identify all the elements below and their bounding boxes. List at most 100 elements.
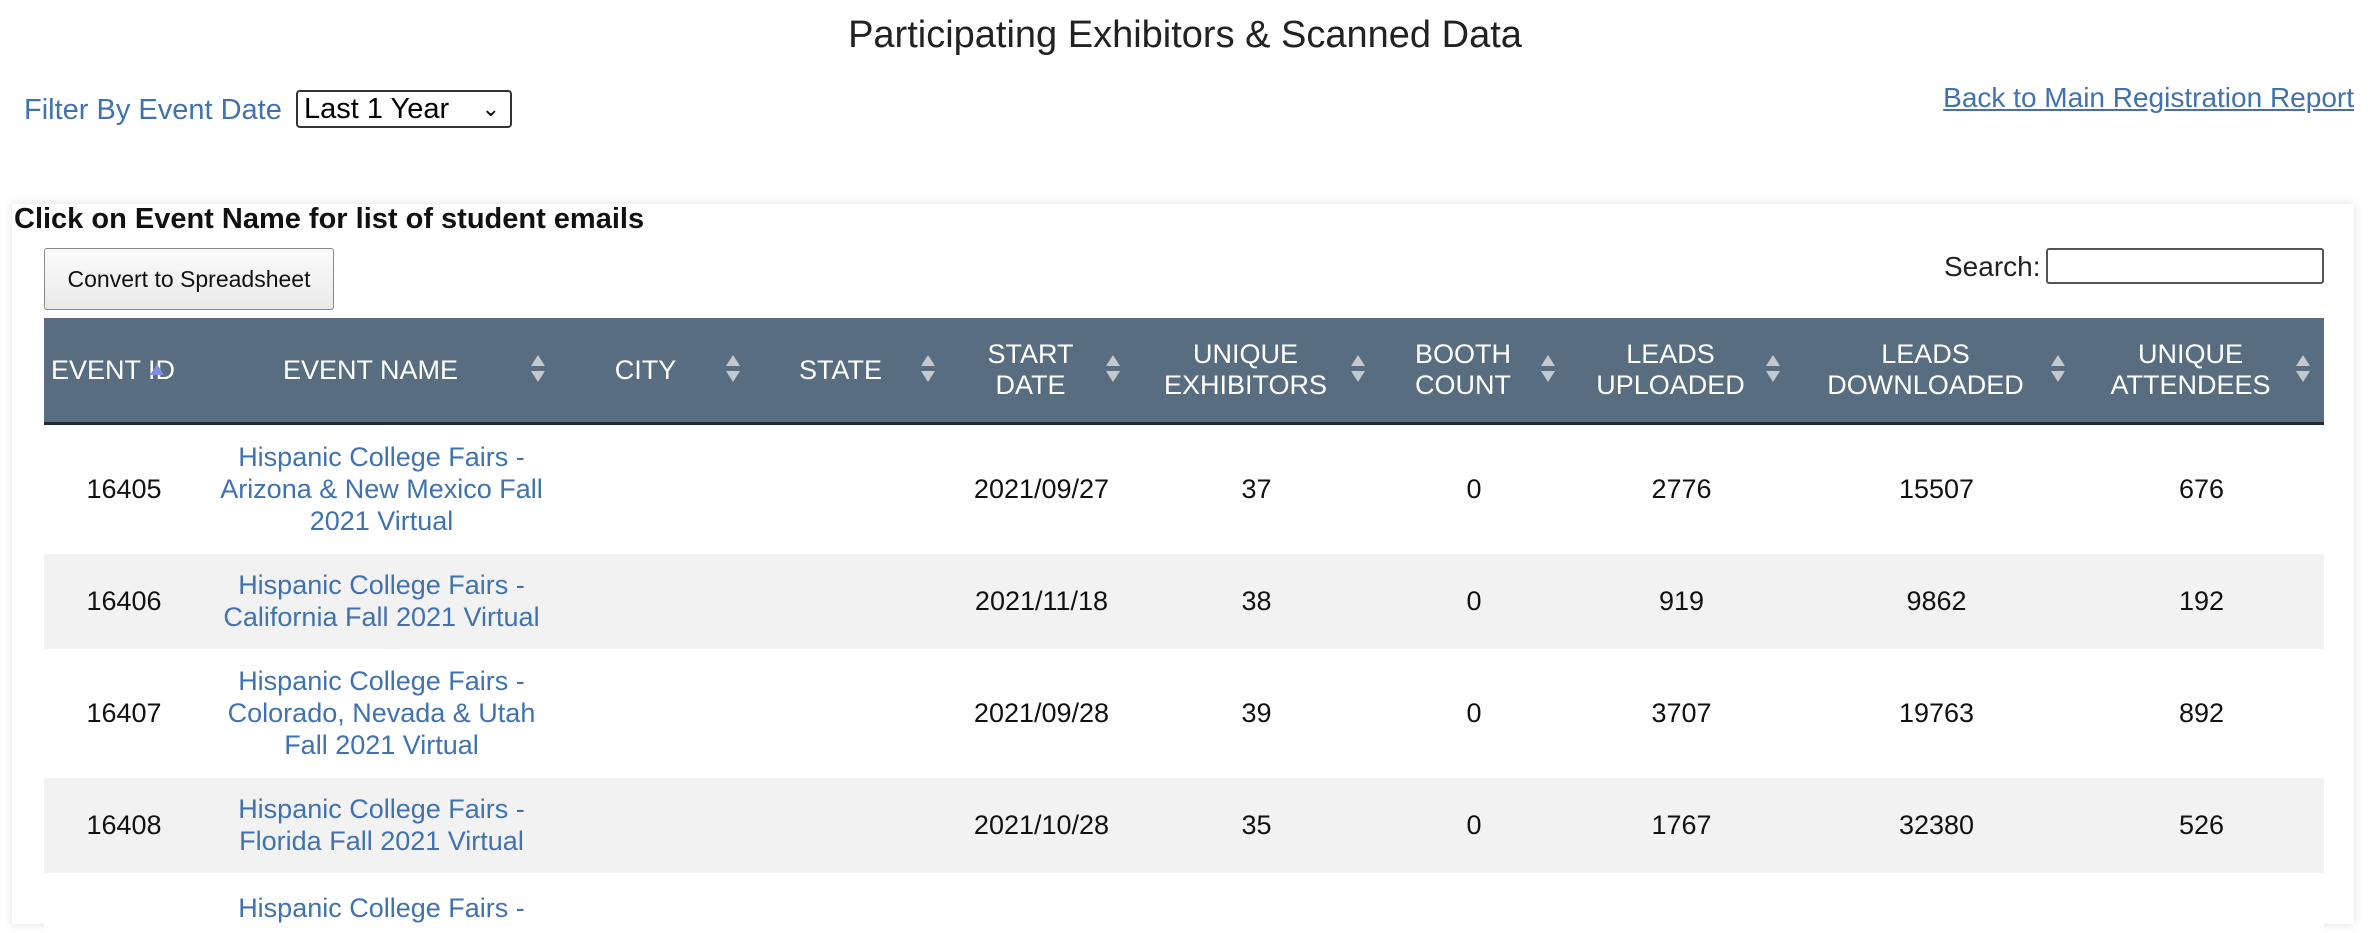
sort-icon	[1766, 355, 1780, 385]
state-cell	[754, 553, 949, 649]
leads-downloaded-cell: 19763	[1794, 648, 2079, 778]
column-header-label: EVENT ID	[50, 354, 176, 385]
filter-by-event-date-label: Filter By Event Date	[24, 94, 282, 126]
sort-ascending-icon	[150, 364, 164, 376]
column-header-label: UNIQUE EXHIBITORS	[1163, 339, 1328, 400]
state-cell	[754, 423, 949, 554]
leads-uploaded-cell: 2776	[1569, 423, 1794, 554]
leads-uploaded-cell: 3707	[1569, 648, 1794, 778]
column-header-start-date[interactable]: START DATE	[949, 318, 1134, 425]
unique-exhibitors-cell: 35	[1134, 777, 1379, 873]
column-header-leads-downloaded[interactable]: LEADS DOWNLOADED	[1794, 318, 2079, 425]
table-row: 16406 Hispanic College Fairs - Californi…	[44, 553, 2324, 649]
event-name-link[interactable]: Hispanic College Fairs -	[217, 892, 547, 924]
leads-downloaded-cell	[1794, 872, 2079, 933]
sort-icon	[1541, 355, 1555, 385]
event-name-link[interactable]: Hispanic College Fairs - California Fall…	[217, 569, 547, 633]
start-date-cell	[949, 872, 1134, 933]
search-input[interactable]	[2046, 248, 2324, 284]
unique-attendees-cell: 676	[2079, 423, 2324, 554]
state-cell	[754, 872, 949, 933]
unique-exhibitors-cell	[1134, 872, 1379, 933]
sort-icon	[2296, 355, 2310, 385]
leads-downloaded-cell: 15507	[1794, 423, 2079, 554]
city-cell	[559, 553, 754, 649]
chevron-down-icon: ⌄	[481, 96, 500, 121]
event-name-cell: Hispanic College Fairs - Florida Fall 20…	[204, 777, 559, 873]
sort-icon	[1351, 355, 1365, 385]
column-header-label: LEADS UPLOADED	[1596, 339, 1745, 400]
leads-downloaded-cell: 9862	[1794, 553, 2079, 649]
table-row: 16407 Hispanic College Fairs - Colorado,…	[44, 648, 2324, 778]
table-row: Hispanic College Fairs -	[44, 872, 2324, 933]
page-title: Participating Exhibitors & Scanned Data	[848, 14, 1522, 56]
event-name-cell: Hispanic College Fairs - Arizona & New M…	[204, 423, 559, 554]
table-row: 16408 Hispanic College Fairs - Florida F…	[44, 777, 2324, 873]
event-date-filter-select[interactable]: Last 1 Year ⌄	[296, 90, 512, 128]
sort-icon	[1106, 355, 1120, 385]
column-header-city[interactable]: CITY	[559, 318, 754, 425]
convert-to-spreadsheet-button[interactable]: Convert to Spreadsheet	[44, 248, 334, 310]
sort-icon	[531, 355, 545, 385]
unique-exhibitors-cell: 38	[1134, 553, 1379, 649]
column-header-unique-exhibitors[interactable]: UNIQUE EXHIBITORS	[1134, 318, 1379, 425]
unique-attendees-cell: 192	[2079, 553, 2324, 649]
event-name-link[interactable]: Hispanic College Fairs - Colorado, Nevad…	[217, 665, 547, 761]
unique-attendees-cell: 526	[2079, 777, 2324, 873]
leads-downloaded-cell: 32380	[1794, 777, 2079, 873]
event-name-cell: Hispanic College Fairs - Colorado, Nevad…	[204, 648, 559, 778]
column-header-event-name[interactable]: EVENT NAME	[204, 318, 559, 425]
column-header-label: STATE	[798, 354, 882, 385]
booth-count-cell: 0	[1379, 553, 1569, 649]
leads-uploaded-cell	[1569, 872, 1794, 933]
event-id-cell: 16405	[44, 423, 204, 554]
column-header-unique-attendees[interactable]: UNIQUE ATTENDEES	[2079, 318, 2324, 425]
leads-uploaded-cell: 1767	[1569, 777, 1794, 873]
event-name-link[interactable]: Hispanic College Fairs - Arizona & New M…	[217, 441, 547, 537]
leads-uploaded-cell: 919	[1569, 553, 1794, 649]
instructions-text: Click on Event Name for list of student …	[14, 203, 645, 235]
booth-count-cell: 0	[1379, 648, 1569, 778]
column-header-label: EVENT NAME	[282, 354, 459, 385]
column-header-label: CITY	[614, 354, 677, 385]
city-cell	[559, 648, 754, 778]
sort-icon	[2051, 355, 2065, 385]
unique-exhibitors-cell: 37	[1134, 423, 1379, 554]
sort-icon	[726, 355, 740, 385]
column-header-state[interactable]: STATE	[754, 318, 949, 425]
event-name-link[interactable]: Hispanic College Fairs - Florida Fall 20…	[217, 793, 547, 857]
start-date-cell: 2021/10/28	[949, 777, 1134, 873]
city-cell	[559, 423, 754, 554]
start-date-cell: 2021/11/18	[949, 553, 1134, 649]
column-header-event-id[interactable]: EVENT ID	[44, 318, 204, 425]
unique-exhibitors-cell: 39	[1134, 648, 1379, 778]
city-cell	[559, 777, 754, 873]
event-id-cell: 16408	[44, 777, 204, 873]
filter-selected-value: Last 1 Year	[304, 93, 450, 125]
column-header-booth-count[interactable]: BOOTH COUNT	[1379, 318, 1569, 425]
unique-attendees-cell: 892	[2079, 648, 2324, 778]
events-table: EVENT ID EVENT NAME CITY STATE START DAT…	[44, 318, 2324, 933]
state-cell	[754, 648, 949, 778]
event-name-cell: Hispanic College Fairs - California Fall…	[204, 553, 559, 649]
event-id-cell: 16406	[44, 553, 204, 649]
start-date-cell: 2021/09/28	[949, 648, 1134, 778]
table-header-row: EVENT ID EVENT NAME CITY STATE START DAT…	[44, 318, 2324, 425]
booth-count-cell	[1379, 872, 1569, 933]
column-header-label: LEADS DOWNLOADED	[1827, 339, 2024, 400]
city-cell	[559, 872, 754, 933]
event-id-cell: 16407	[44, 648, 204, 778]
start-date-cell: 2021/09/27	[949, 423, 1134, 554]
table-row: 16405 Hispanic College Fairs - Arizona &…	[44, 423, 2324, 554]
state-cell	[754, 777, 949, 873]
back-to-main-registration-report-link[interactable]: Back to Main Registration Report	[1943, 82, 2354, 114]
column-header-label: UNIQUE ATTENDEES	[2110, 339, 2271, 400]
event-name-cell: Hispanic College Fairs -	[204, 872, 559, 933]
unique-attendees-cell	[2079, 872, 2324, 933]
column-header-leads-uploaded[interactable]: LEADS UPLOADED	[1569, 318, 1794, 425]
search-label: Search:	[1944, 251, 2041, 282]
booth-count-cell: 0	[1379, 777, 1569, 873]
sort-icon	[921, 355, 935, 385]
booth-count-cell: 0	[1379, 423, 1569, 554]
event-id-cell	[44, 872, 204, 933]
